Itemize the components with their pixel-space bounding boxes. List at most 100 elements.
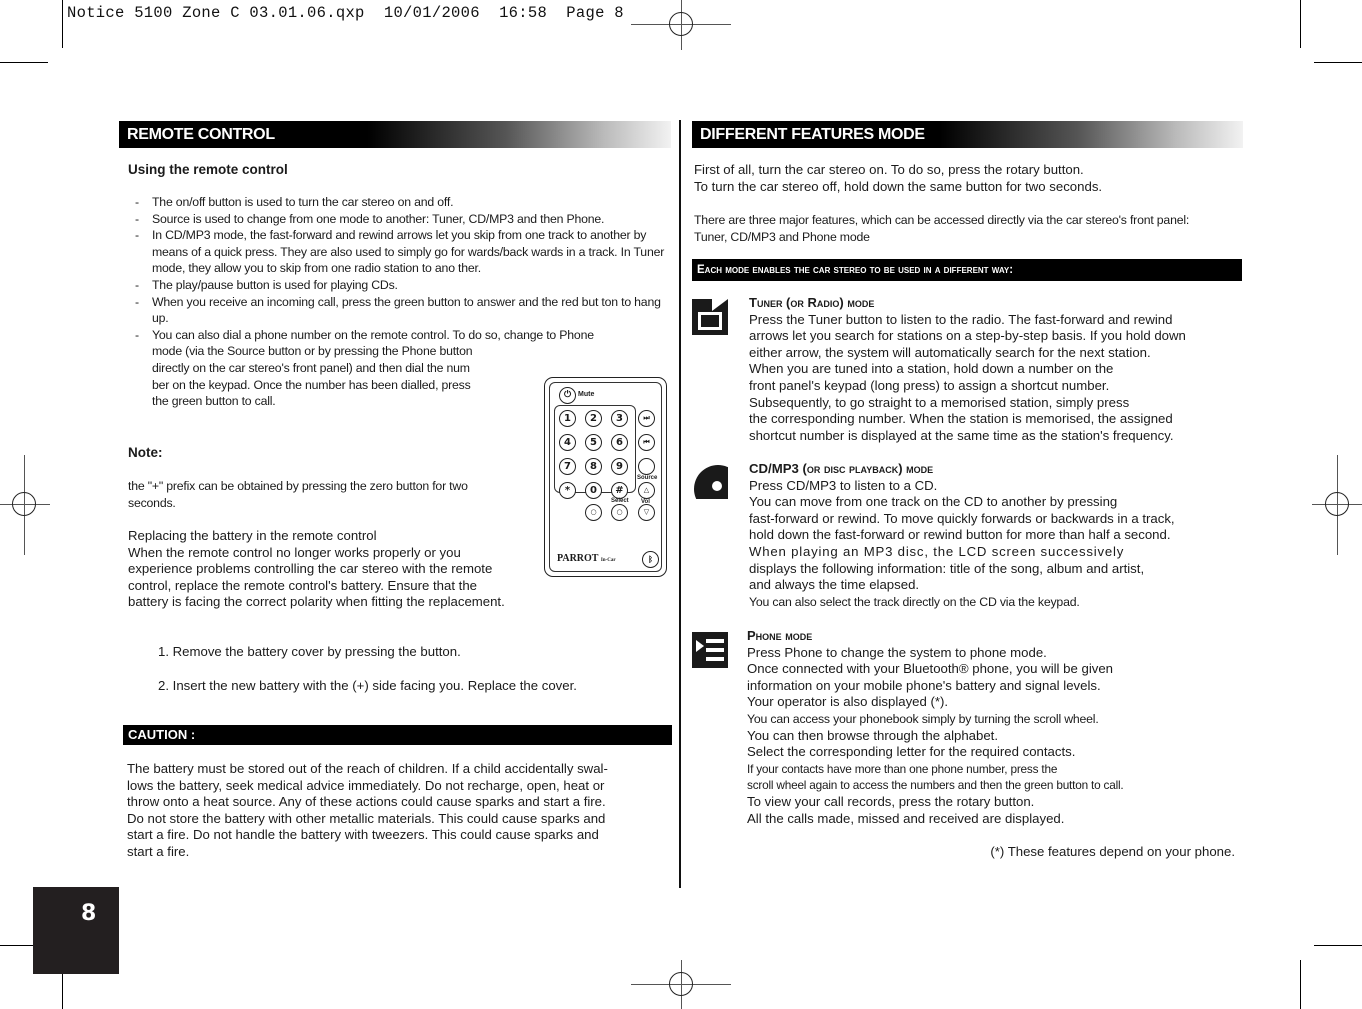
note-line: seconds.: [128, 495, 176, 510]
list-item: The on/off button is used to turn the ca…: [127, 194, 672, 211]
crop-mark: [1300, 0, 1301, 48]
battery-step-1: 1. Remove the battery cover by pressing …: [158, 644, 461, 659]
print-slug: Notice 5100 Zone C 03.01.06.qxp 10/01/20…: [67, 4, 624, 22]
brand-name: PARROT: [557, 553, 599, 564]
key-6: 6: [611, 434, 628, 451]
note-line: the "+" prefix can be obtained by pressi…: [128, 479, 468, 493]
disc-icon: [692, 463, 728, 499]
key-hash: #: [611, 482, 628, 499]
intro-text: First of all, turn the car stereo on. To…: [694, 162, 1244, 195]
mode-line: You can move from one track on the CD to…: [749, 494, 1118, 510]
mode-line: and always the time elapsed.: [749, 577, 920, 593]
key-7: 7: [559, 458, 576, 475]
intro-line: First of all, turn the car stereo on. To…: [694, 162, 1084, 177]
mode-line: When playing an MP3 disc, the LCD screen…: [749, 543, 1125, 559]
volume-up-icon: △: [638, 482, 655, 499]
battery-paragraph: Replacing the battery in the remote cont…: [128, 528, 558, 611]
mode-line: Select the corresponding letter for the …: [747, 744, 1076, 760]
key-star: *: [559, 482, 576, 499]
source-button-icon: [638, 458, 655, 475]
mode-line: All the calls made, missed and received …: [747, 810, 1065, 826]
key-5: 5: [585, 434, 602, 451]
mode-line: You can access your phonebook simply by …: [747, 711, 1099, 726]
mode-line: If your contacts have more than one phon…: [747, 761, 1058, 776]
features-mode-banner: DIFFERENT FEATURES MODE: [692, 121, 1243, 148]
page-number-box: 8: [33, 887, 119, 974]
crop-mark: [0, 62, 48, 63]
dial-line: ber on the keypad. Once the number has b…: [152, 377, 471, 392]
cd-mode-title-main: CD/MP3: [749, 461, 799, 476]
key-4: 4: [559, 434, 576, 451]
mode-line: Press CD/MP3 to listen to a CD.: [749, 477, 938, 493]
prev-track-icon: ⏮: [638, 434, 655, 451]
caution-line: start a fire. Do not handle the battery …: [127, 827, 599, 843]
intro-line: To turn the car stereo off, hold down th…: [694, 178, 1103, 194]
phone-mode-section: Phone mode Press Phone to change the sys…: [747, 628, 1244, 827]
page-number: 8: [81, 901, 97, 926]
mode-line: To view your call records, press the rot…: [747, 793, 1035, 809]
mode-line: You can then browse through the alphabet…: [747, 727, 998, 743]
features-line: There are three major features, which ca…: [694, 213, 1190, 227]
key-1: 1: [559, 410, 576, 427]
mode-line: scroll wheel again to access the numbers…: [747, 778, 1124, 793]
caution-line: throw onto a heat source. Any of these a…: [127, 794, 606, 810]
note-label: Note:: [128, 445, 163, 460]
radio-icon: [692, 299, 728, 335]
remote-control-illustration: ⏻ Mute 1 2 3 4 5 6 7 8 9 * 0 # ○ ○ Selec…: [544, 377, 667, 577]
column-divider: [679, 120, 681, 888]
cd-mode-section: CD/MP3 (or disc playback) mode Press CD/…: [749, 461, 1244, 610]
next-track-icon: ⏭: [638, 410, 655, 427]
tuner-mode-section: Tuner (or Radio) mode Press the Tuner bu…: [749, 295, 1244, 444]
dial-line: the green button to call.: [152, 394, 276, 409]
key-3: 3: [611, 410, 628, 427]
crop-mark: [1300, 960, 1301, 1009]
each-mode-banner: Each mode enables the car stereo to be u…: [692, 259, 1242, 281]
footnote: (*) These features depend on your phone.: [990, 844, 1235, 859]
phone-mode-title: Phone mode: [747, 628, 813, 643]
source-label: Source: [637, 475, 658, 481]
key-8: 8: [585, 458, 602, 475]
key-0: 0: [585, 482, 602, 499]
crop-mark: [1314, 62, 1362, 63]
caution-line: lows the battery, seek medical advice im…: [127, 777, 605, 793]
caution-line: The battery must be stored out of the re…: [127, 761, 608, 776]
mode-line: the corresponding number. When the stati…: [749, 411, 1173, 427]
battery-line: battery is facing the correct polarity w…: [128, 594, 505, 610]
battery-line: control, replace the remote control's ba…: [128, 577, 477, 593]
mode-line: Press the Tuner button to listen to the …: [749, 311, 1173, 327]
mode-line: hold down the fast-forward or rewind but…: [749, 527, 1171, 543]
features-line: Tuner, CD/MP3 and Phone mode: [694, 229, 870, 244]
mode-line: When you are tuned into a station, hold …: [749, 361, 1114, 377]
brand-logo: PARROT In-Car: [557, 553, 616, 564]
green-call-icon: ○: [585, 504, 602, 521]
tuner-mode-title: Tuner (or Radio) mode: [749, 295, 875, 310]
list-item: In CD/MP3 mode, the fast-forward and rew…: [127, 227, 672, 277]
note-text: the "+" prefix can be obtained by pressi…: [128, 478, 548, 511]
remote-control-banner: REMOTE CONTROL: [119, 121, 671, 148]
features-text: There are three major features, which ca…: [694, 212, 1244, 245]
caution-text: The battery must be stored out of the re…: [127, 761, 672, 861]
key-2: 2: [585, 410, 602, 427]
mode-line: front panel's keypad (long press) to ass…: [749, 377, 1110, 393]
mode-line: fast-forward or rewind. To move quickly …: [749, 510, 1175, 526]
list-item: When you receive an incoming call, press…: [127, 294, 672, 327]
mode-line: displays the following information: titl…: [749, 560, 1145, 576]
cd-mode-title-sub: (or disc playback) mode: [802, 461, 934, 476]
battery-step-2: 2. Insert the new battery with the (+) s…: [158, 678, 577, 693]
caution-line: Do not store the battery with other meta…: [127, 810, 606, 826]
cd-mode-title: CD/MP3 (or disc playback) mode: [749, 461, 1244, 478]
mute-label: Mute: [578, 391, 595, 398]
caution-line: start a fire.: [127, 843, 190, 859]
mode-line: Subsequently, to go straight to a memori…: [749, 394, 1130, 410]
key-9: 9: [611, 458, 628, 475]
battery-line: Replacing the battery in the remote cont…: [128, 528, 377, 543]
crop-mark: [62, 0, 63, 48]
mode-line: Once connected with your Bluetooth® phon…: [747, 661, 1114, 677]
caution-banner: CAUTION :: [123, 725, 672, 745]
power-icon: ⏻: [559, 387, 576, 404]
battery-line: When the remote control no longer works …: [128, 544, 461, 560]
dial-line: mode (via the Source button or by pressi…: [152, 344, 473, 359]
volume-down-icon: ▽: [638, 504, 655, 521]
mode-line: Your operator is also displayed (*).: [747, 694, 949, 710]
crop-mark: [1314, 945, 1362, 946]
